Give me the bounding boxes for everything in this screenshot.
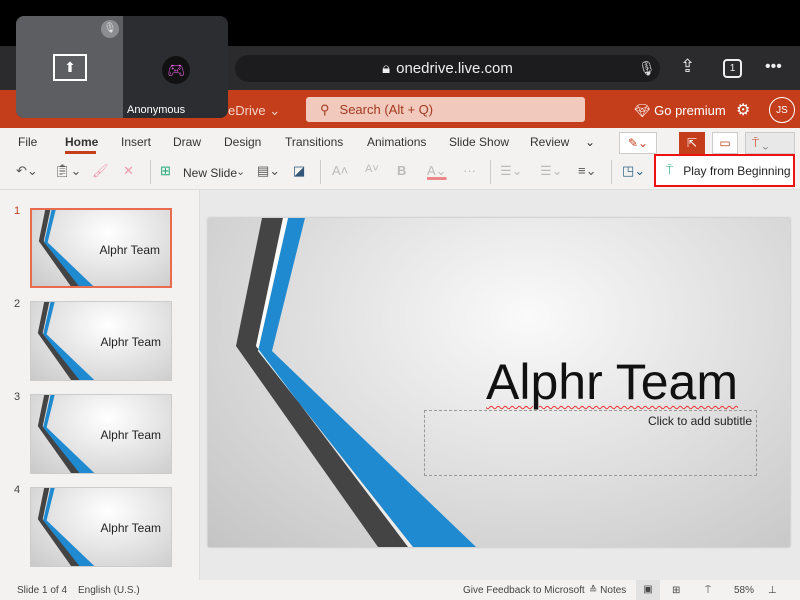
numbering-icon[interactable]: ☰⌄	[540, 163, 563, 179]
slide-number: 3	[14, 391, 21, 403]
reading-view-icon[interactable]: ⍑	[705, 585, 711, 596]
zoom-level[interactable]: 58%	[734, 585, 754, 596]
feedback-link[interactable]: Give Feedback to Microsoft	[463, 585, 585, 596]
more-tabs-chevron-icon[interactable]: ⌄	[585, 135, 595, 149]
tab-transitions[interactable]: Transitions	[285, 135, 343, 149]
decrease-font-icon[interactable]: A˅	[365, 163, 379, 175]
tabs-button[interactable]: 1	[723, 59, 742, 78]
thumbnail-title: Alphr Team	[99, 243, 160, 257]
lock-icon: 🔒︎	[382, 60, 391, 77]
subtitle-placeholder[interactable]: Click to add subtitle	[424, 410, 757, 476]
bold-icon[interactable]: B	[397, 163, 406, 178]
notes-button[interactable]: ≙ Notes	[589, 585, 626, 596]
avatar[interactable]: JS	[769, 97, 795, 123]
bullets-icon[interactable]: ☰⌄	[500, 163, 523, 179]
address-bar[interactable]: 🔒︎ onedrive.live.com	[235, 55, 660, 82]
slide-thumbnail[interactable]: Alphr Team	[30, 487, 172, 567]
search-input[interactable]: ⚲ Search (Alt + Q)	[306, 97, 585, 122]
onedrive-breadcrumb[interactable]: eDrive ⌄	[228, 103, 280, 119]
thumbnail-title: Alphr Team	[100, 521, 161, 535]
presentation-icon: ⍑	[666, 163, 674, 177]
screen-share-icon: ⬆	[53, 54, 87, 81]
slide-sorter-icon[interactable]: ⊞	[672, 585, 680, 596]
language[interactable]: English (U.S.)	[78, 585, 140, 596]
layout-icon[interactable]: ▤⌄	[257, 163, 280, 179]
slide-thumbnail[interactable]: Alphr Team	[30, 301, 172, 381]
slide-thumbnail[interactable]: Alphr Team	[30, 208, 172, 288]
slide-number: 2	[14, 298, 21, 310]
share-icon[interactable]: ⇪	[680, 56, 695, 77]
tab-design[interactable]: Design	[224, 135, 261, 149]
gear-icon[interactable]: ⚙	[736, 100, 750, 120]
tab-insert[interactable]: Insert	[121, 135, 151, 149]
increase-font-icon[interactable]: A˄	[332, 163, 348, 178]
tab-review[interactable]: Review	[530, 135, 569, 149]
slide-title[interactable]: Alphr Team	[486, 353, 738, 411]
play-from-beginning-menu-item[interactable]: ⍑ Play from Beginning	[654, 154, 795, 187]
tab-draw[interactable]: Draw	[173, 135, 201, 149]
more-icon[interactable]: •••	[765, 58, 782, 76]
slide-thumbnail[interactable]: Alphr Team	[30, 394, 172, 474]
normal-view-icon[interactable]: ▣	[636, 580, 660, 600]
tab-file[interactable]: File	[18, 135, 37, 149]
mic-muted-icon: 🎙︎	[101, 20, 119, 38]
new-slide-icon[interactable]: ⊞	[160, 163, 171, 179]
background-icon[interactable]: ◪	[293, 163, 305, 179]
slide-counter: Slide 1 of 4	[17, 585, 68, 596]
go-premium-button[interactable]: 💎︎ Go premium	[634, 103, 726, 119]
chevron-down-icon: ⌄	[236, 166, 246, 178]
new-slide-button[interactable]: New Slide	[183, 166, 237, 180]
tab-animations[interactable]: Animations	[367, 135, 426, 149]
shapes-icon[interactable]: ◳⌄	[622, 163, 645, 179]
participant-name: Anonymous	[127, 104, 186, 116]
zoom-slider-icon[interactable]: ⊥	[768, 585, 777, 596]
comment-icon[interactable]: ▭	[712, 132, 738, 154]
search-icon: ⚲	[320, 101, 330, 117]
thumbnail-title: Alphr Team	[100, 335, 161, 349]
tab-slide-show[interactable]: Slide Show	[449, 135, 509, 149]
tab-home[interactable]: Home	[65, 135, 98, 149]
status-bar: Slide 1 of 4 English (U.S.) Give Feedbac…	[0, 580, 800, 600]
gamepad-avatar-icon: 🎮︎	[162, 56, 190, 84]
slide-number: 1	[14, 205, 21, 217]
picture-in-picture[interactable]: ⬆ 🎙︎ 🎮︎ Anonymous	[16, 16, 228, 118]
format-painter-icon[interactable]: 🖌︎	[92, 163, 109, 179]
align-icon[interactable]: ≡⌄	[578, 163, 596, 179]
slide-canvas[interactable]: Alphr Team Click to add subtitle	[208, 218, 790, 547]
present-button[interactable]: ⍑ ⌄	[745, 132, 795, 154]
slide-number: 4	[14, 484, 21, 496]
delete-icon[interactable]: ✕	[123, 163, 134, 179]
microphone-icon[interactable]: 🎙︎	[638, 60, 656, 77]
font-color-icon[interactable]: A⌄	[427, 163, 447, 179]
url-text: onedrive.live.com	[396, 60, 513, 77]
undo-icon[interactable]: ↶⌄	[16, 163, 38, 179]
more-format-icon[interactable]: ···	[463, 163, 476, 178]
clipboard-icon[interactable]: 📋︎⌄	[54, 163, 81, 179]
thumbnail-title: Alphr Team	[100, 428, 161, 442]
active-tab-indicator	[65, 151, 96, 154]
diamond-icon: 💎︎	[634, 103, 655, 118]
share-button[interactable]: ⇱	[679, 132, 705, 154]
pen-icon[interactable]: ✎⌄	[619, 132, 657, 154]
